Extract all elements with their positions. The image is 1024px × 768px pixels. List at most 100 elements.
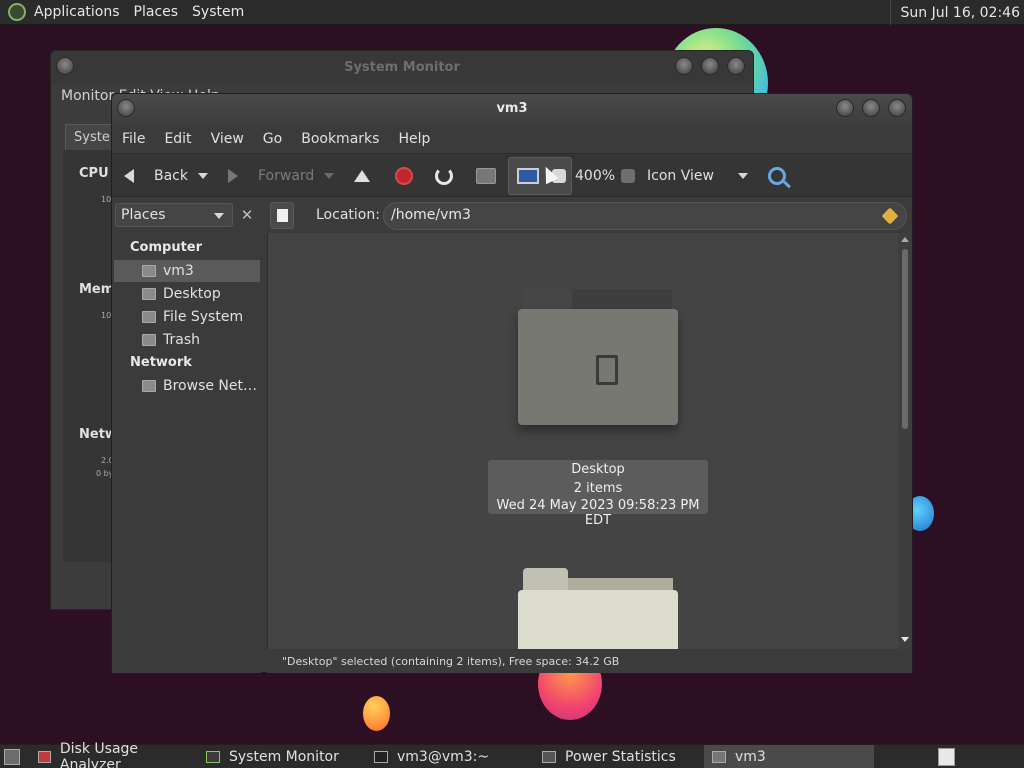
system-monitor-icon	[206, 751, 220, 763]
window-menu-button[interactable]	[56, 57, 74, 75]
view-mode-label: Icon View	[647, 167, 714, 184]
desktop-folder-icon	[142, 288, 156, 300]
network-icon	[142, 380, 156, 392]
clear-icon[interactable]	[881, 207, 899, 225]
search-icon	[768, 166, 786, 185]
close-sidebar-button[interactable]: ✕	[236, 203, 258, 227]
folder-icon[interactable]	[518, 590, 678, 649]
sidebar-type-label: Places	[121, 207, 166, 223]
task-label: vm3@vm3:~	[397, 749, 490, 765]
view-mode-dropdown[interactable]	[738, 154, 748, 197]
home-folder-icon	[712, 751, 726, 763]
show-desktop-icon[interactable]	[4, 749, 20, 765]
clock[interactable]: Sun Jul 16, 02:46	[889, 0, 1024, 25]
scroll-thumb[interactable]	[902, 249, 908, 429]
system-menu[interactable]: System	[192, 4, 244, 20]
sidebar-item-trash[interactable]: Trash	[114, 329, 260, 351]
applications-menu[interactable]: Applications	[34, 4, 120, 20]
desktop-decoration	[363, 696, 390, 731]
menu-bookmarks[interactable]: Bookmarks	[301, 131, 379, 147]
back-history-dropdown[interactable]	[198, 154, 208, 197]
forward-button[interactable]: Forward	[228, 154, 314, 197]
stop-button[interactable]	[395, 154, 413, 197]
menu-help[interactable]: Help	[398, 131, 430, 147]
os-logo-icon[interactable]	[8, 3, 26, 21]
zoom-level[interactable]: 400%	[575, 154, 615, 197]
minimize-button[interactable]	[836, 99, 854, 117]
window-title: vm3	[496, 101, 528, 116]
stop-icon	[395, 166, 413, 185]
sidebar-item-browse-network[interactable]: Browse Net…	[114, 375, 260, 397]
back-arrow-icon	[124, 168, 134, 183]
workspace-switcher-icon[interactable]	[938, 748, 955, 766]
task-label: System Monitor	[229, 749, 339, 765]
menu-edit[interactable]: Edit	[164, 131, 191, 147]
maximize-button[interactable]	[701, 57, 719, 75]
zoom-in-icon	[621, 168, 635, 183]
status-bar: "Desktop" selected (containing 2 items),…	[267, 650, 912, 673]
view-mode-select[interactable]: Icon View	[647, 154, 714, 197]
close-button[interactable]	[888, 99, 906, 117]
scroll-down-icon[interactable]	[901, 637, 909, 642]
toggle-location-entry-button[interactable]	[270, 202, 294, 229]
task-label: Power Statistics	[565, 749, 676, 765]
reload-icon	[435, 166, 453, 185]
forward-history-dropdown[interactable]	[324, 154, 334, 197]
search-button[interactable]	[768, 154, 786, 197]
task-vm3[interactable]: vm3	[704, 745, 874, 768]
system-monitor-title: System Monitor	[344, 60, 460, 75]
top-panel: Applications Places System Sun Jul 16, 0…	[0, 0, 1024, 25]
sidebar-section-network: Network	[130, 355, 192, 370]
sidebar-item-label: Browse Net…	[163, 378, 258, 394]
tab-system[interactable]: System	[65, 124, 122, 150]
sidebar-item-label: Trash	[163, 332, 200, 348]
up-button[interactable]	[354, 154, 370, 197]
maximize-button[interactable]	[862, 99, 880, 117]
menu-go[interactable]: Go	[263, 131, 282, 147]
home-icon	[476, 167, 496, 184]
task-label: vm3	[735, 749, 766, 765]
task-system-monitor[interactable]: System Monitor	[198, 745, 358, 768]
file-manager-titlebar[interactable]: vm3	[112, 94, 912, 125]
sidebar-section-computer: Computer	[130, 240, 203, 255]
zoom-in-button[interactable]	[621, 154, 635, 197]
chevron-down-icon	[738, 172, 748, 179]
minimize-button[interactable]	[675, 57, 693, 75]
trash-icon	[142, 334, 156, 346]
task-disk-usage-analyzer[interactable]: Disk Usage Analyzer	[30, 741, 190, 768]
reload-button[interactable]	[435, 154, 453, 197]
sidebar-type-select[interactable]: Places	[115, 203, 233, 227]
close-button[interactable]	[727, 57, 745, 75]
file-manager-window[interactable]: vm3 File Edit View Go Bookmarks Help Bac…	[111, 93, 913, 673]
location-value: /home/vm3	[391, 207, 471, 223]
back-button[interactable]: Back	[124, 154, 188, 197]
edit-icon	[277, 209, 288, 222]
power-statistics-icon	[542, 751, 556, 763]
scroll-up-icon[interactable]	[901, 237, 909, 242]
location-input[interactable]: /home/vm3	[383, 202, 907, 230]
sidebar-item-label: vm3	[163, 263, 194, 279]
home-button[interactable]	[476, 154, 496, 197]
places-menu[interactable]: Places	[134, 4, 179, 20]
menu-view[interactable]: View	[211, 131, 244, 147]
vertical-scrollbar[interactable]	[898, 233, 912, 649]
document-emblem-icon	[596, 355, 618, 385]
icon-view[interactable]: Desktop 2 items Wed 24 May 2023 09:58:23…	[267, 233, 912, 649]
task-power-statistics[interactable]: Power Statistics	[534, 745, 700, 768]
chevron-down-icon	[198, 172, 208, 179]
menubar: File Edit View Go Bookmarks Help	[112, 125, 912, 153]
cpu-tick: 10	[101, 195, 112, 204]
sidebar-item-vm3[interactable]: vm3	[114, 260, 260, 282]
disk-usage-icon	[38, 751, 51, 763]
computer-button[interactable]	[517, 154, 539, 197]
sidebar-item-label: Desktop	[163, 286, 221, 302]
window-menu-button[interactable]	[117, 99, 135, 117]
task-terminal[interactable]: vm3@vm3:~	[366, 745, 526, 768]
location-label: Location:	[316, 207, 380, 223]
home-folder-icon	[142, 265, 156, 277]
system-monitor-titlebar[interactable]: System Monitor	[51, 51, 753, 85]
menu-file[interactable]: File	[122, 131, 145, 147]
item-date: Wed 24 May 2023 09:58:23 PM EDT	[496, 498, 700, 528]
sidebar-item-file-system[interactable]: File System	[114, 306, 260, 328]
sidebar-item-desktop[interactable]: Desktop	[114, 283, 260, 305]
